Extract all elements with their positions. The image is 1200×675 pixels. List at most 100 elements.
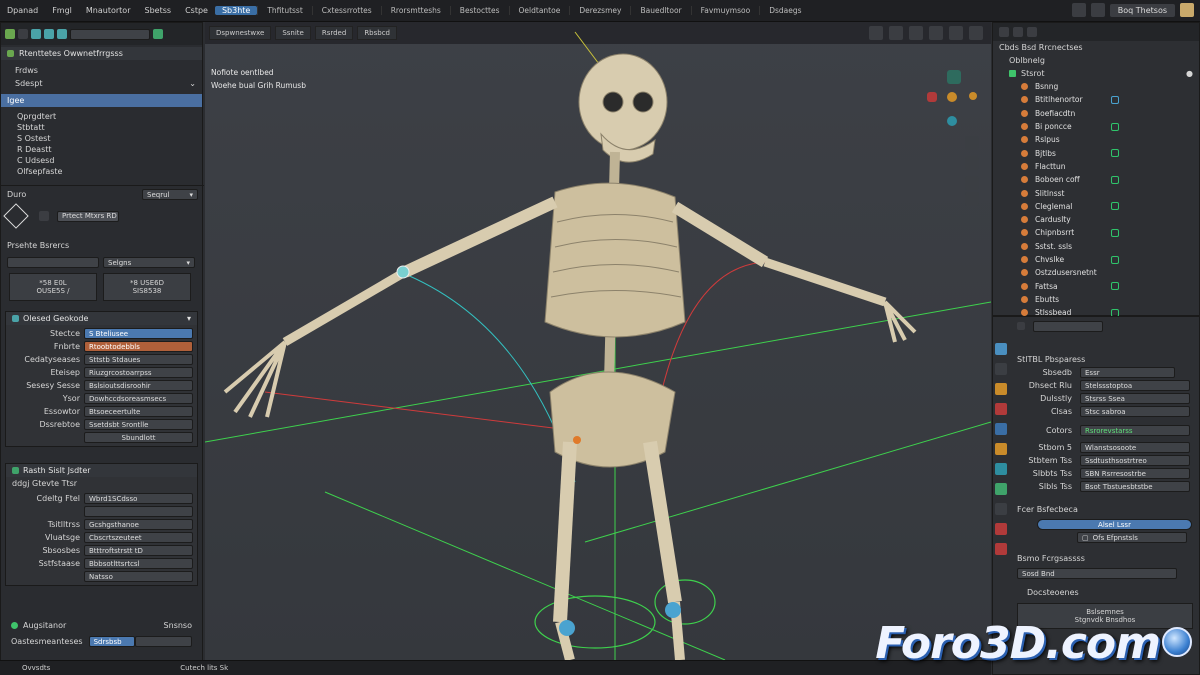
prop-field[interactable]: Gcshgsthanoe (84, 519, 193, 530)
prop-field[interactable]: S Bteliusee (84, 328, 193, 339)
section-header[interactable]: Olesed Geokode ▾ (6, 312, 197, 325)
prop-field[interactable]: Btttroftstrstt tD (84, 545, 193, 556)
constraint-icon[interactable] (1111, 122, 1119, 131)
outliner-item[interactable]: Ebutts (993, 293, 1199, 306)
outliner-item[interactable]: Sstst. ssls (993, 240, 1199, 253)
menu-item-active[interactable]: Sb3hte (214, 6, 258, 15)
rotate-icon[interactable] (44, 29, 54, 39)
workspace-tab[interactable]: Thfitutsst (257, 6, 311, 15)
workspace-tab[interactable]: Cxtessrrottes (311, 6, 381, 15)
menu-item[interactable]: Mnautortor (79, 6, 138, 15)
outliner-item[interactable]: Cleglemal (993, 200, 1199, 213)
prop-field[interactable]: Essr (1080, 367, 1175, 378)
tree-item[interactable]: R Deastt (11, 144, 202, 155)
workspace-tab[interactable]: Bauedltoor (630, 6, 690, 15)
arrow-icon[interactable] (5, 29, 15, 39)
sub-field[interactable]: Sosd Bnd (1017, 568, 1177, 579)
modifier-tab-icon[interactable] (995, 463, 1007, 475)
sort-icon[interactable] (1027, 27, 1037, 37)
prop-field[interactable]: Stelssstoptoa (1080, 380, 1190, 391)
outliner-item[interactable]: Slitlnsst (993, 186, 1199, 199)
visibility-icon[interactable]: ● (1186, 69, 1193, 78)
pin-icon[interactable] (1017, 322, 1025, 330)
apply-button[interactable]: Alsel Lssr (1037, 519, 1192, 530)
prop-field[interactable]: Ssdtusthsostrtreo (1080, 455, 1190, 466)
outliner-sub[interactable]: Oblbnelg (993, 54, 1199, 67)
tree-item[interactable]: C Udsesd (11, 155, 202, 166)
menu-item[interactable]: Fmgl (45, 6, 79, 15)
prop-field[interactable]: Wlanstsosoote (1080, 442, 1190, 453)
prop-field[interactable]: Bsot Tbstuesbtstbe (1080, 481, 1190, 492)
prop-field[interactable]: Bbbsotlttsrtcsl (84, 558, 193, 569)
prop-field[interactable]: Sttstb Stdaues (84, 354, 193, 365)
outliner-item[interactable]: Fattsa (993, 279, 1199, 292)
prop-field[interactable]: Dowhccdsoreasmsecs (84, 393, 193, 404)
footer-field[interactable]: Sdrsbsb (88, 636, 135, 647)
tree-item[interactable]: Olfsepfaste (11, 166, 202, 177)
scale-icon[interactable] (57, 29, 67, 39)
props-box[interactable]: *58 E0L OUSE5S / (9, 273, 97, 301)
constraint-icon[interactable] (1111, 95, 1119, 104)
section-header[interactable]: Rasth Sislt Jsdter (6, 464, 197, 477)
checkbox-icon[interactable]: ▢ (1082, 534, 1089, 542)
sub-item-row[interactable]: Docsteoenes (1011, 586, 1199, 599)
prop-field[interactable]: Rtoobtodebbls (84, 341, 193, 352)
constraint-tab-icon[interactable] (995, 503, 1007, 515)
menu-item[interactable]: Dpanad (0, 6, 45, 15)
outliner-item[interactable]: Carduslty (993, 213, 1199, 226)
workspace-tab[interactable]: Rrorsmtteshs (380, 6, 450, 15)
scene-selector[interactable]: Boq Thetsos (1109, 3, 1175, 17)
view-icon[interactable] (1013, 27, 1023, 37)
props-box[interactable]: *8 USE6D SIS8538 (103, 273, 191, 301)
render-tab-icon[interactable] (995, 363, 1007, 375)
world-tab-icon[interactable] (995, 423, 1007, 435)
cursor-icon[interactable] (18, 29, 28, 39)
material-tab-icon[interactable] (995, 543, 1007, 555)
left-search-input[interactable] (70, 28, 150, 40)
prop-field[interactable]: Stsc sabroa (1080, 406, 1190, 417)
colors-field[interactable]: Rsrorevstarss (1080, 425, 1190, 436)
constraint-icon[interactable] (1111, 202, 1119, 211)
transform-gizmo-icon[interactable] (3, 203, 29, 229)
scene-tab-icon[interactable] (995, 403, 1007, 415)
tree-item[interactable]: Stbtatt (11, 122, 202, 133)
outliner-item[interactable]: Chvslke (993, 253, 1199, 266)
prop-field[interactable]: Stsrss Ssea (1080, 393, 1190, 404)
constraint-icon[interactable] (1111, 228, 1119, 237)
toggle-field[interactable]: ▢ Ofs Efpnstsls (1077, 532, 1187, 543)
prop-field[interactable]: SBN Rsrresostrbe (1080, 468, 1190, 479)
filter-icon[interactable] (999, 27, 1009, 37)
tool-tab-icon[interactable] (995, 343, 1007, 355)
outliner-item[interactable]: Chipnbsrrt (993, 226, 1199, 239)
constraint-icon[interactable] (1111, 255, 1119, 264)
constraint-icon[interactable] (1111, 282, 1119, 291)
menu-item[interactable]: Cstpe (178, 6, 215, 15)
tree-item[interactable]: Qprgdtert (11, 111, 202, 122)
outliner-item[interactable]: Boefiacdtn (993, 107, 1199, 120)
tool-button[interactable]: Prtect Mtxrs RD (57, 210, 119, 222)
props-search-input[interactable] (1033, 320, 1103, 332)
left-item[interactable]: Sdespt ⌄ (1, 77, 202, 90)
props-left-field[interactable] (7, 257, 99, 268)
physics-tab-icon[interactable] (995, 483, 1007, 495)
constraint-icon[interactable] (1111, 175, 1119, 184)
geokode-button[interactable]: Sbundlott (84, 432, 193, 443)
chevron-down-icon[interactable]: ⌄ (189, 79, 196, 88)
left-selected-item[interactable]: Igee (1, 94, 202, 107)
outliner-item[interactable]: Bjtlbs (993, 146, 1199, 159)
left-panel-header[interactable]: Rtenttetes Owwnetfrrgsss (1, 47, 202, 60)
prop-field[interactable]: Cbscrtszeuteet (84, 532, 193, 543)
outliner-sub[interactable]: Stsrot ● (993, 67, 1199, 80)
snap-icon[interactable] (39, 211, 49, 221)
prop-field[interactable]: Btsoeceertulte (84, 406, 193, 417)
props-dropdown[interactable]: Selgns ▾ (103, 257, 195, 268)
jsdter-button[interactable]: Natsso (84, 571, 193, 582)
footer-field-extra[interactable] (134, 636, 192, 647)
move-icon[interactable] (31, 29, 41, 39)
prop-field[interactable] (84, 506, 193, 517)
object-tab-icon[interactable] (995, 443, 1007, 455)
prop-field[interactable]: Riuzgrcostoarrpss (84, 367, 193, 378)
output-tab-icon[interactable] (995, 383, 1007, 395)
outliner-item[interactable]: Boboen coff (993, 173, 1199, 186)
workspace-tab[interactable]: Derezsmey (569, 6, 630, 15)
